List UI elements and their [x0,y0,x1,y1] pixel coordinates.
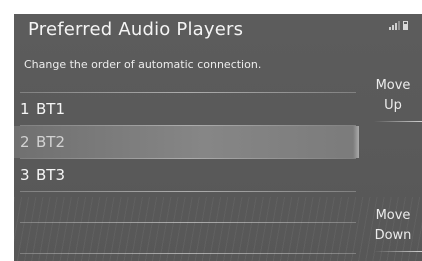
move-up-label-line2: Up [384,98,402,113]
move-up-label-line1: Move [375,78,411,93]
signal-bars-icon [389,21,400,30]
button-underline [374,251,422,252]
list-divider [20,222,356,223]
page-title: Preferred Audio Players [28,19,244,40]
move-down-label-line1: Move [375,208,411,223]
player-row-2[interactable]: 2 BT2 [14,126,359,158]
player-row-3[interactable]: 3 BT3 [14,159,359,191]
status-indicators [389,21,408,30]
player-number: 3 [20,166,30,184]
player-name: BT3 [36,166,65,184]
player-name: BT1 [36,100,65,118]
instruction-text: Change the order of automatic connection… [24,58,262,71]
list-divider [20,253,356,254]
player-row-1[interactable]: 1 BT1 [14,93,359,125]
player-name: BT2 [36,133,65,151]
audio-players-panel: Preferred Audio Players Change the order… [14,14,422,261]
screen: Preferred Audio Players Change the order… [0,0,422,261]
move-up-button[interactable]: Move Up [364,76,422,122]
player-number: 1 [20,100,30,118]
move-down-button[interactable]: Move Down [364,206,422,252]
battery-icon [403,21,408,30]
player-number: 2 [20,133,30,151]
move-down-label-line2: Down [374,228,412,243]
button-underline [374,121,422,122]
list-divider [20,191,356,192]
